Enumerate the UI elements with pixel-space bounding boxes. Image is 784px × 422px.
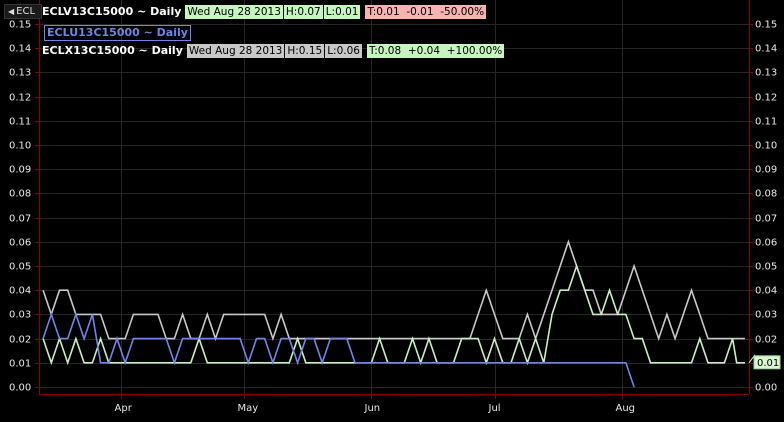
y-tick-label-right: 0.11	[755, 117, 777, 128]
y-tick-label-left: 0.14	[9, 44, 31, 55]
legend-last-value: T:0.08	[368, 45, 402, 57]
x-tick-label: Apr	[115, 403, 133, 414]
y-tick-label-right: 0.02	[755, 335, 777, 346]
legend-low-tag: L:0.01	[323, 5, 361, 19]
y-tick-label-right: 0.12	[755, 93, 777, 104]
collapse-legend-button[interactable]: ◀ ECL	[4, 4, 42, 19]
y-tick-label-right: 0.14	[755, 44, 777, 55]
y-tick-label-left: 0.11	[9, 117, 31, 128]
legend-series-name: ECLX13C15000 ~ Daily	[42, 44, 183, 57]
y-tick-label-right: 0.07	[755, 214, 777, 225]
y-tick-label-left: 0.12	[9, 93, 31, 104]
y-tick-label-right: 0.08	[755, 189, 777, 200]
y-tick-label-left: 0.06	[9, 238, 31, 249]
collapse-label: ECL	[16, 6, 36, 17]
x-tick-label: Jun	[364, 403, 381, 414]
legend-series-name: ECLV13C15000 ~ Daily	[42, 5, 182, 18]
last-value-label: 0.01	[757, 358, 779, 369]
y-tick-label-left: 0.09	[9, 165, 31, 176]
chart-background	[0, 0, 784, 418]
y-tick-label-right: 0.06	[755, 238, 777, 249]
legend-series-name: ECLU13C15000 ~ Daily	[44, 25, 191, 41]
y-tick-label-right: 0.04	[755, 286, 777, 297]
y-tick-label-left: 0.13	[9, 68, 31, 79]
legend-change-value: -0.01	[406, 6, 434, 18]
y-tick-label-left: 0.00	[9, 383, 31, 394]
legend-last-value: T:0.01	[367, 6, 400, 18]
y-tick-label-left: 0.05	[9, 262, 31, 273]
collapse-arrow-icon: ◀	[8, 7, 15, 16]
y-tick-label-left: 0.02	[9, 335, 31, 346]
x-tick-label: Jul	[488, 403, 501, 414]
legend-date-tag: Wed Aug 28 2013	[185, 5, 283, 19]
y-tick-label-left: 0.15	[9, 20, 31, 31]
y-tick-label-right: 0.15	[755, 20, 777, 31]
legend-high-tag: H:0.15	[285, 44, 325, 58]
y-tick-label-left: 0.03	[9, 310, 31, 321]
x-tick-label: Aug	[616, 403, 636, 414]
legend-row-eclv[interactable]: ECLV13C15000 ~ Daily Wed Aug 28 2013 H:0.0…	[42, 5, 487, 19]
legend-last-tag: T:0.01 -0.01 -50.00%	[365, 5, 487, 19]
y-tick-label-left: 0.07	[9, 214, 31, 225]
legend-low-tag: L:0.06	[325, 44, 362, 58]
y-tick-label-left: 0.10	[9, 141, 31, 152]
y-tick-label-right: 0.10	[755, 141, 777, 152]
x-tick-label: May	[238, 403, 259, 414]
legend-row-eclx[interactable]: ECLX13C15000 ~ Daily Wed Aug 28 2013 H:0.1…	[42, 44, 505, 58]
legend-date-tag: Wed Aug 28 2013	[186, 44, 285, 58]
y-tick-label-right: 0.13	[755, 68, 777, 79]
legend-change-value: +0.04	[407, 45, 441, 57]
chart-window: 0.00 0.00 0.01 0.01 0.02 0.02 0.03 0.03 0.04 0.04…	[0, 0, 784, 418]
legend-high-tag: H:0.07	[283, 5, 323, 19]
legend-pct-value: -50.00%	[440, 6, 485, 18]
y-tick-label-left: 0.04	[9, 286, 31, 297]
y-tick-label-right: 0.00	[755, 383, 777, 394]
y-tick-label-left: 0.08	[9, 189, 31, 200]
y-tick-label-right: 0.09	[755, 165, 777, 176]
y-tick-label-right: 0.05	[755, 262, 777, 273]
y-tick-label-right: 0.03	[755, 310, 777, 321]
price-chart[interactable]: 0.00 0.00 0.01 0.01 0.02 0.02 0.03 0.03 0.04 0.04…	[0, 0, 784, 418]
legend-last-tag: T:0.08 +0.04 +100.00%	[366, 44, 505, 58]
legend-row-eclu[interactable]: ECLU13C15000 ~ Daily	[42, 25, 195, 41]
y-tick-label-left: 0.01	[9, 359, 31, 370]
legend-pct-value: +100.00%	[446, 45, 503, 57]
